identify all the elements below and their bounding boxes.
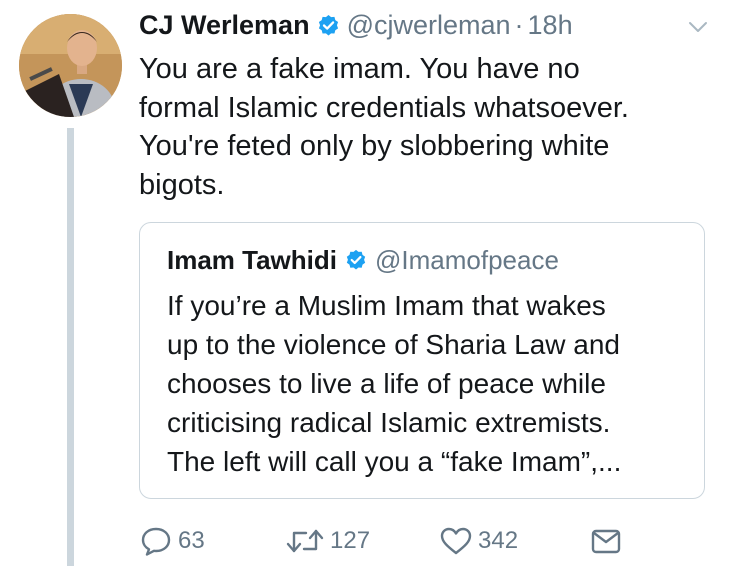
quoted-text-line: up to the violence of Sharia Law and bbox=[167, 329, 620, 360]
quoted-author-handle: @Imamofpeace bbox=[375, 244, 559, 275]
tweet-text: You are a fake imam. You have no formal … bbox=[139, 50, 719, 204]
quoted-tweet-card[interactable]: Imam Tawhidi @Imamofpeace If you’re a Mu… bbox=[139, 222, 705, 499]
retweet-count: 127 bbox=[330, 527, 371, 554]
tweet-text-line: formal Islamic credentials whatsoever. bbox=[139, 91, 629, 124]
retweet-button[interactable]: 127 bbox=[285, 521, 370, 561]
author-name[interactable]: CJ Werleman bbox=[139, 10, 310, 41]
separator-dot: · bbox=[514, 9, 524, 40]
tweet-text-line: You're feted only by slobbering white bbox=[139, 130, 610, 162]
quoted-text-line: If you’re a Muslim Imam that wakes bbox=[167, 290, 606, 321]
retweet-icon bbox=[286, 529, 324, 553]
quoted-text-line: chooses to live a life of peace while bbox=[167, 368, 606, 399]
chevron-down-icon[interactable] bbox=[688, 20, 708, 34]
tweet-header: CJ Werleman @cjwerleman · 18h bbox=[139, 8, 573, 42]
quoted-tweet-text: If you’re a Muslim Imam that wakes up to… bbox=[167, 286, 697, 481]
quoted-text-line: criticising radical Islamic extremists. bbox=[167, 407, 611, 438]
action-bar: 63 127 342 bbox=[139, 521, 639, 561]
tweet-text-line: bigots. bbox=[139, 168, 225, 201]
reply-count: 63 bbox=[178, 527, 205, 554]
reply-button[interactable]: 63 bbox=[139, 521, 205, 561]
quoted-tweet-header: Imam Tawhidi @Imamofpeace bbox=[167, 243, 559, 277]
tweet-text-line: You are a fake imam. You have no bbox=[139, 53, 580, 85]
avatar[interactable] bbox=[19, 14, 122, 117]
like-icon bbox=[440, 527, 472, 555]
verified-badge-icon bbox=[317, 14, 340, 37]
thread-line bbox=[67, 128, 74, 566]
direct-message-icon bbox=[591, 529, 621, 554]
verified-badge-icon bbox=[345, 249, 367, 271]
like-button[interactable]: 342 bbox=[439, 521, 518, 561]
direct-message-button[interactable] bbox=[590, 521, 622, 561]
quoted-author-name: Imam Tawhidi bbox=[167, 244, 337, 275]
quoted-text-line: The left will call you a “fake Imam”,... bbox=[167, 446, 622, 477]
author-handle[interactable]: @cjwerleman bbox=[347, 10, 511, 41]
like-count: 342 bbox=[478, 527, 519, 554]
avatar-photo bbox=[19, 14, 122, 117]
timestamp[interactable]: 18h bbox=[528, 10, 573, 41]
reply-icon bbox=[141, 527, 171, 556]
